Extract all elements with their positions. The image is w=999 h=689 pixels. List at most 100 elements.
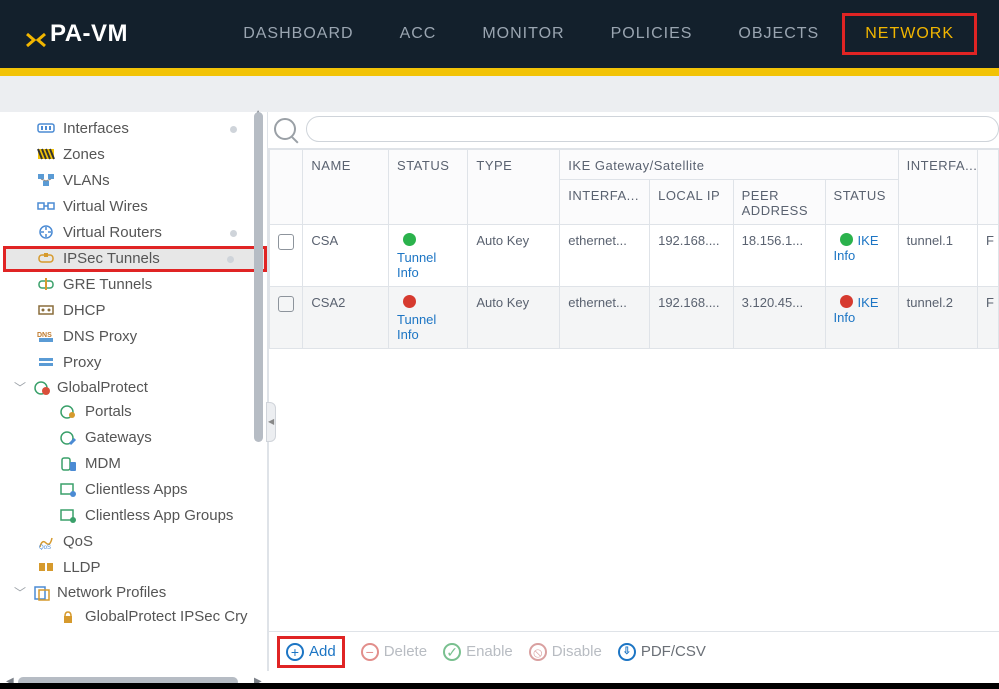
cell-name[interactable]: CSA2	[303, 287, 389, 349]
col-group-ike: IKE Gateway/Satellite	[560, 150, 898, 180]
sidebar-collapse-handle[interactable]	[266, 402, 276, 442]
sidebar-item-label: GlobalProtect IPSec Cry	[85, 607, 248, 627]
sidebar-item-interfaces[interactable]: Interfaces	[3, 116, 267, 142]
sidebar-item-zones[interactable]: Zones	[3, 142, 267, 168]
sidebar-group-network-profiles[interactable]: ﹀ Network Profiles	[3, 581, 267, 604]
check-icon: ✓	[443, 643, 461, 661]
col-status[interactable]: STATUS	[389, 150, 468, 225]
sidebar-item-portals[interactable]: Portals	[3, 399, 267, 425]
sidebar-item-label: QoS	[63, 532, 93, 552]
sidebar-group-globalprotect[interactable]: ﹀ GlobalProtect	[3, 376, 267, 399]
qos-icon: QoS	[37, 534, 55, 550]
sidebar-item-label: GRE Tunnels	[63, 275, 152, 295]
disable-button[interactable]: ⦸ Disable	[529, 643, 602, 661]
table-header-group-row: NAME STATUS TYPE IKE Gateway/Satellite I…	[270, 150, 999, 180]
sidebar-item-label: Network Profiles	[57, 584, 166, 601]
delete-button[interactable]: − Delete	[361, 643, 427, 661]
nav-monitor[interactable]: MONITOR	[459, 13, 587, 55]
cell-tunnel-if: tunnel.1	[898, 225, 977, 287]
clientless-app-groups-icon	[59, 508, 77, 524]
sidebar-item-clientless-apps[interactable]: Clientless Apps	[3, 477, 267, 503]
sidebar-item-gateways[interactable]: Gateways	[3, 425, 267, 451]
sidebar-item-dns-proxy[interactable]: DNS DNS Proxy	[3, 324, 267, 350]
sidebar-item-gp-ipsec-crypto[interactable]: GlobalProtect IPSec Cry	[3, 604, 267, 630]
sidebar-item-gre-tunnels[interactable]: GRE Tunnels	[3, 272, 267, 298]
mdm-icon	[59, 456, 77, 472]
cell-localip: 192.168....	[650, 287, 734, 349]
sidebar-item-lldp[interactable]: LLDP	[3, 555, 267, 581]
cell-type: Auto Key	[468, 287, 560, 349]
network-profiles-icon	[33, 585, 51, 601]
virtual-wires-icon	[37, 199, 55, 215]
vlans-icon	[37, 173, 55, 189]
nav-network[interactable]: NETWORK	[842, 13, 977, 55]
interfaces-icon	[37, 121, 55, 137]
col-interfa[interactable]: INTERFA...	[560, 180, 650, 225]
col-name[interactable]: NAME	[303, 150, 389, 225]
status-dot-icon	[840, 295, 853, 308]
col-peer[interactable]: PEER ADDRESS	[733, 180, 825, 225]
cell-trail: F	[978, 225, 999, 287]
sidebar-item-vlans[interactable]: VLANs	[3, 168, 267, 194]
enable-button[interactable]: ✓ Enable	[443, 643, 513, 661]
ipsec-tunnels-icon	[37, 251, 55, 267]
col-localip[interactable]: LOCAL IP	[650, 180, 734, 225]
sidebar-item-label: GlobalProtect	[57, 379, 148, 396]
sidebar-item-virtual-routers[interactable]: Virtual Routers	[3, 220, 267, 246]
svg-text:DNS: DNS	[37, 332, 52, 339]
search-input[interactable]	[306, 116, 999, 142]
sidebar: ▲ Interfaces Zones VLANs Virtual Wires	[0, 112, 268, 671]
main-area: ▲ Interfaces Zones VLANs Virtual Wires	[0, 112, 999, 671]
row-checkbox[interactable]	[278, 234, 294, 250]
sidebar-item-label: VLANs	[63, 171, 110, 191]
sidebar-item-dhcp[interactable]: DHCP	[3, 298, 267, 324]
top-nav: DASHBOARD ACC MONITOR POLICIES OBJECTS N…	[220, 0, 977, 68]
chevron-down-icon: ﹀	[13, 584, 27, 601]
cell-ike-status[interactable]: IKE Info	[825, 287, 898, 349]
sidebar-item-label: Interfaces	[63, 119, 129, 139]
content-pane: NAME STATUS TYPE IKE Gateway/Satellite I…	[268, 112, 999, 671]
cell-peer: 18.156.1...	[733, 225, 825, 287]
col-interfb[interactable]: INTERFA...	[898, 150, 977, 225]
nav-objects[interactable]: OBJECTS	[715, 13, 842, 55]
sidebar-item-label: Proxy	[63, 353, 101, 373]
sidebar-item-clientless-app-groups[interactable]: Clientless App Groups	[3, 503, 267, 529]
portals-icon	[59, 404, 77, 420]
export-icon: ⇩	[618, 643, 636, 661]
sidebar-item-ipsec-tunnels[interactable]: IPSec Tunnels	[3, 246, 267, 272]
table-row[interactable]: CSA2 Tunnel Info Auto Key ethernet... 19…	[270, 287, 999, 349]
search-icon[interactable]	[274, 118, 296, 140]
pdfcsv-button[interactable]: ⇩ PDF/CSV	[618, 643, 706, 661]
gateways-icon	[59, 430, 77, 446]
sidebar-item-label: Zones	[63, 145, 105, 165]
row-checkbox[interactable]	[278, 296, 294, 312]
sidebar-item-label: LLDP	[63, 558, 101, 578]
status-dot-icon	[840, 233, 853, 246]
sidebar-scrollbar[interactable]	[254, 112, 263, 671]
nav-policies[interactable]: POLICIES	[588, 13, 716, 55]
prohibit-icon: ⦸	[529, 643, 547, 661]
col-status2[interactable]: STATUS	[825, 180, 898, 225]
cell-status[interactable]: Tunnel Info	[389, 225, 468, 287]
brand-icon	[22, 26, 40, 42]
table-row[interactable]: CSA Tunnel Info Auto Key ethernet... 192…	[270, 225, 999, 287]
status-dot-icon	[403, 233, 416, 246]
sidebar-item-mdm[interactable]: MDM	[3, 451, 267, 477]
cell-name[interactable]: CSA	[303, 225, 389, 287]
cell-status[interactable]: Tunnel Info	[389, 287, 468, 349]
col-type[interactable]: TYPE	[468, 150, 560, 225]
sidebar-item-virtual-wires[interactable]: Virtual Wires	[3, 194, 267, 220]
search-row	[268, 112, 999, 148]
sidebar-item-label: IPSec Tunnels	[63, 249, 160, 269]
zones-icon	[37, 147, 55, 163]
sidebar-item-qos[interactable]: QoS QoS	[3, 529, 267, 555]
add-button[interactable]: + Add	[277, 636, 345, 668]
scrollbar-thumb[interactable]	[254, 112, 263, 442]
sidebar-item-proxy[interactable]: Proxy	[3, 350, 267, 376]
cell-ike-status[interactable]: IKE Info	[825, 225, 898, 287]
nav-acc[interactable]: ACC	[377, 13, 460, 55]
ipsec-table: NAME STATUS TYPE IKE Gateway/Satellite I…	[268, 148, 999, 671]
nav-dashboard[interactable]: DASHBOARD	[220, 13, 376, 55]
clientless-apps-icon	[59, 482, 77, 498]
sidebar-item-label: DNS Proxy	[63, 327, 137, 347]
